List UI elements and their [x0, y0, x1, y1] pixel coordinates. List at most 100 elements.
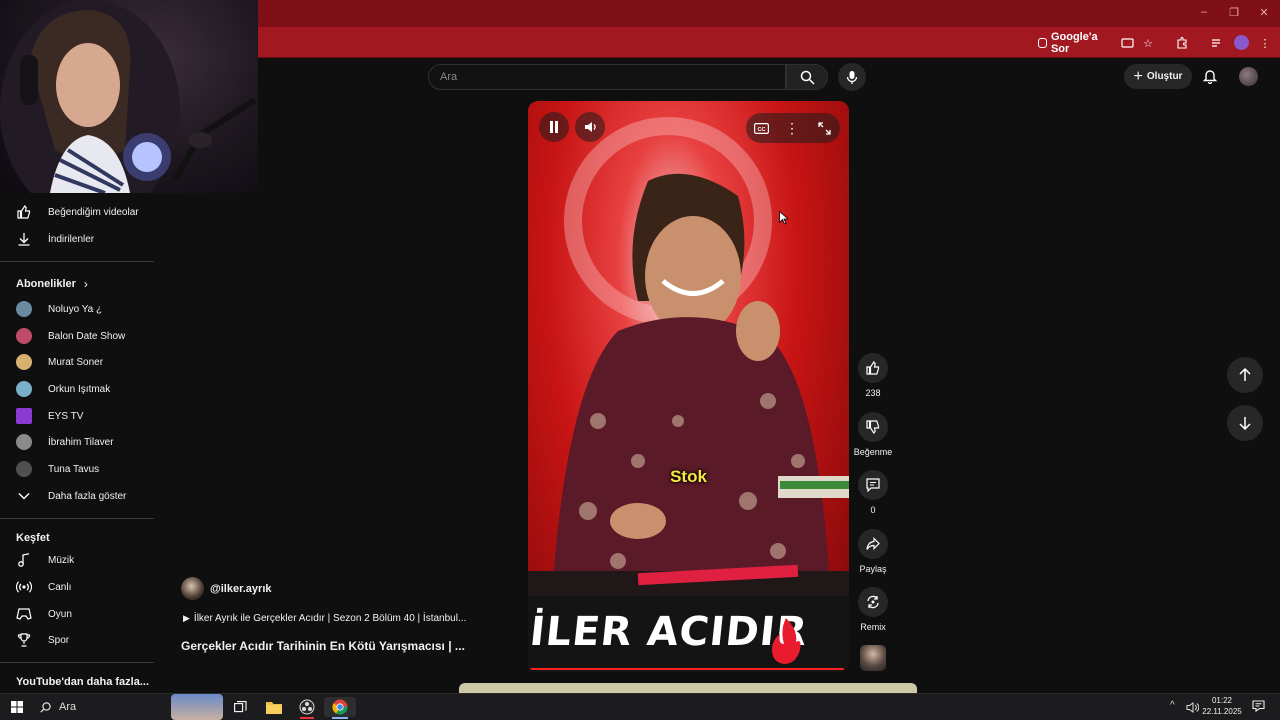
chrome-app-icon[interactable] [324, 697, 356, 717]
arrow-down-icon [1239, 417, 1251, 430]
play-icon: ▶ [183, 613, 190, 623]
google-lens-icon [1038, 38, 1047, 48]
video-overlay: Stok İLER ACIDIR [528, 101, 849, 672]
taskbar-search-label: Ara [59, 701, 77, 713]
clock-time: 01:22 [1211, 696, 1233, 705]
minimize-icon[interactable]: – [1196, 6, 1212, 20]
create-label: Oluştur [1146, 71, 1183, 82]
google-ask-button[interactable]: Google'a Sor [1038, 31, 1110, 55]
account-avatar[interactable] [1239, 67, 1258, 86]
subscriptions-heading[interactable]: Abonelikler › [16, 277, 88, 291]
file-explorer-icon[interactable] [264, 697, 284, 717]
search-button[interactable] [786, 64, 828, 90]
share-icon [866, 537, 880, 550]
video-banner-text: İLER ACIDIR [528, 609, 810, 655]
shorts-video-player[interactable]: Stok İLER ACIDIR [528, 101, 849, 672]
sidebar-item-label: Orkun Işıtmak [48, 383, 111, 395]
pause-button[interactable] [539, 112, 569, 142]
sidebar-item-subscription[interactable]: Balon Date Show [0, 323, 154, 349]
dislike-button[interactable] [858, 412, 888, 442]
sidebar-item-liked-videos[interactable]: Beğendiğim videolar [0, 199, 154, 225]
sidebar-item-subscription[interactable]: Tuna Tavus [0, 456, 154, 482]
thumbs-down-icon [866, 420, 880, 434]
next-short-button[interactable] [1227, 405, 1263, 441]
arrow-up-icon [1239, 368, 1251, 381]
sidebar-item-label: Balon Date Show [48, 330, 126, 342]
remix-button[interactable] [858, 587, 888, 617]
channel-avatar[interactable] [181, 577, 204, 600]
volume-tray-icon[interactable] [1186, 700, 1200, 713]
sidebar-item-sports[interactable]: Spor [0, 627, 154, 653]
sidebar-item-subscription[interactable]: İbrahim Tilaver [0, 429, 154, 455]
sidebar-item-label: Beğendiğim videolar [48, 206, 139, 218]
fullscreen-icon [817, 121, 831, 135]
extensions-icon[interactable] [1174, 33, 1190, 53]
sidebar-item-subscription[interactable]: Orkun Işıtmak [0, 376, 154, 402]
notification-center-icon[interactable] [1252, 699, 1266, 713]
explore-heading: Keşfet [16, 532, 50, 544]
more-menu-icon[interactable]: ⋮ [1258, 33, 1272, 53]
voice-search-button[interactable] [838, 63, 866, 91]
playlist-link[interactable]: ▶ İlker Ayrık ile Gerçekler Acıdır | Sez… [183, 613, 466, 624]
video-more-icon[interactable]: ⋮ [783, 119, 801, 137]
volume-button[interactable] [575, 112, 605, 142]
webcam-overlay [0, 0, 258, 193]
sidebar-item-gaming[interactable]: Oyun [0, 601, 154, 627]
show-more-label: Daha fazla göster [48, 490, 127, 502]
search-input[interactable]: Ara [428, 64, 786, 90]
search-highlight-image[interactable] [171, 694, 223, 720]
cast-icon[interactable] [1119, 33, 1135, 53]
profile-avatar-icon[interactable] [1234, 35, 1249, 50]
windows-start-icon[interactable] [7, 697, 27, 717]
taskbar-search[interactable]: Ara [34, 697, 169, 717]
audio-source-thumbnail[interactable] [860, 645, 886, 671]
previous-short-button[interactable] [1227, 357, 1263, 393]
sidebar-item-downloads[interactable]: İndirilenler [0, 226, 154, 252]
channel-avatar [16, 408, 32, 424]
pause-icon [550, 121, 558, 133]
gaming-icon [16, 606, 32, 622]
sidebar-item-subscription[interactable]: EYS TV [0, 403, 154, 429]
media-controls-icon[interactable] [1209, 33, 1225, 53]
sidebar-item-label: Noluyo Ya ¿ [48, 303, 103, 315]
comments-button[interactable] [858, 470, 888, 500]
channel-avatar [16, 381, 32, 397]
like-count: 238 [865, 388, 881, 398]
tray-chevron-up-icon[interactable]: ^ [1170, 700, 1182, 712]
thumbs-up-icon [866, 361, 880, 375]
search-placeholder: Ara [440, 71, 458, 83]
video-progress-bar[interactable] [528, 668, 844, 670]
music-icon [16, 552, 32, 568]
channel-handle[interactable]: @ilker.ayrık [210, 583, 272, 595]
share-button[interactable] [858, 529, 888, 559]
sidebar-item-label: Müzik [48, 554, 75, 566]
create-button[interactable]: + Oluştur [1124, 64, 1192, 89]
sidebar-divider [0, 261, 154, 262]
sidebar-item-subscription[interactable]: Murat Soner [0, 349, 154, 375]
obs-app-icon[interactable] [297, 697, 317, 717]
taskbar-clock[interactable]: 01:22 22.11.2025 [1202, 695, 1242, 717]
video-title[interactable]: Gerçekler Acıdır Tarihinin En Kötü Yarış… [181, 639, 465, 653]
taskbar-active-indicator [300, 717, 314, 719]
channel-avatar [16, 328, 32, 344]
sidebar-item-music[interactable]: Müzik [0, 547, 154, 573]
fullscreen-button[interactable] [815, 119, 833, 137]
channel-avatar [16, 434, 32, 450]
captions-button[interactable]: CC [751, 119, 771, 137]
sidebar-item-live[interactable]: Canlı [0, 574, 154, 600]
sidebar-divider [0, 662, 154, 663]
like-icon [16, 204, 32, 220]
close-window-icon[interactable]: ✕ [1256, 6, 1272, 20]
like-button[interactable] [858, 353, 888, 383]
flame-logo-icon [768, 616, 804, 666]
task-view-icon[interactable] [230, 697, 250, 717]
show-more-button[interactable]: Daha fazla göster [0, 483, 154, 509]
trophy-icon [16, 632, 32, 648]
sidebar-item-subscription[interactable]: Noluyo Ya ¿ [0, 296, 154, 322]
sidebar-divider [0, 518, 154, 519]
video-subtitle: Stok [670, 467, 707, 486]
bookmark-star-icon[interactable]: ☆ [1140, 33, 1156, 53]
restore-icon[interactable]: ❐ [1226, 6, 1242, 20]
notifications-button[interactable] [1200, 66, 1220, 86]
channel-avatar [16, 461, 32, 477]
